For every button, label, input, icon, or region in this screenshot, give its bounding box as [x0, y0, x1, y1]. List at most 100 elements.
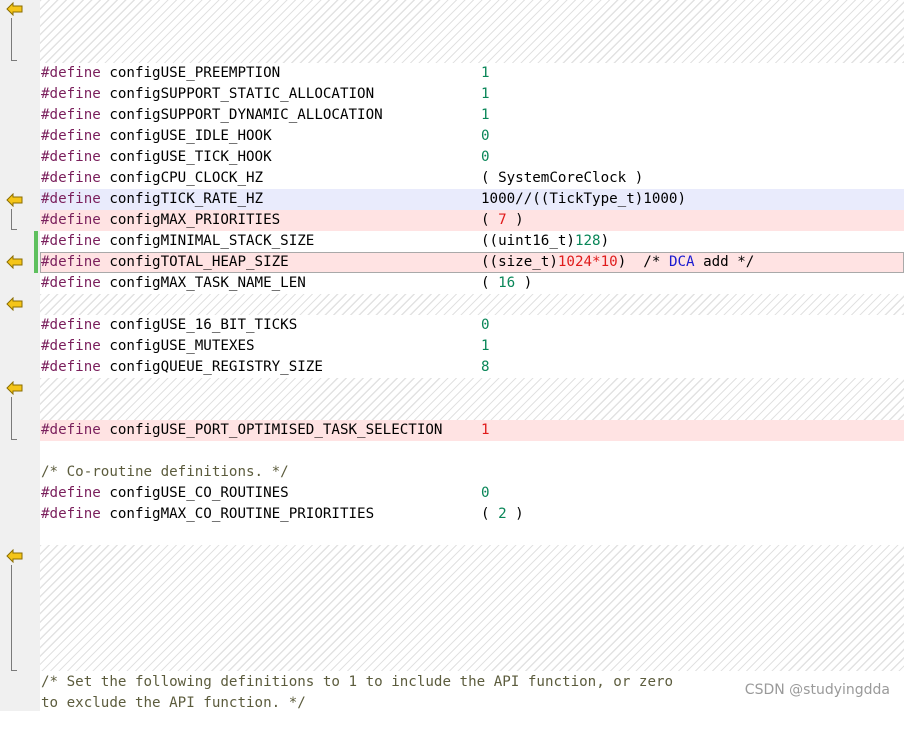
number: 2: [498, 506, 507, 522]
diff-left-arrow-icon[interactable]: [6, 193, 24, 207]
code-line[interactable]: #define configQUEUE_REGISTRY_SIZE 8: [40, 357, 904, 378]
code-line-current[interactable]: #define configTOTAL_HEAP_SIZE ((size_t)1…: [40, 252, 904, 273]
code-line[interactable]: #define configMINIMAL_STACK_SIZE ((uint1…: [40, 231, 904, 252]
macro-name: configUSE_TICK_HOOK: [100, 149, 272, 165]
macro-name: configUSE_IDLE_HOOK: [100, 128, 272, 144]
changed-number: 7: [498, 212, 507, 228]
keyword: #define: [41, 506, 101, 522]
macro-value: 0: [481, 149, 490, 165]
watermark: CSDN @studyingdda: [744, 682, 890, 698]
paren-open: (: [481, 506, 499, 522]
macro-name: configUSE_PORT_OPTIMISED_TASK_SELECTION: [100, 422, 443, 438]
macro-name: configMINIMAL_STACK_SIZE: [100, 233, 315, 249]
code-editor[interactable]: #define configUSE_PREEMPTION 1 #define c…: [40, 0, 904, 711]
paren-close: ): [506, 212, 524, 228]
code-line-changed[interactable]: #define configMAX_PRIORITIES ( 7 ): [40, 210, 904, 231]
added-line-marker: [34, 231, 38, 273]
macro-value: 1: [481, 65, 490, 81]
macro-name: configMAX_PRIORITIES: [100, 212, 281, 228]
macro-name: configUSE_PREEMPTION: [100, 65, 281, 81]
keyword: #define: [41, 170, 101, 186]
keyword: #define: [41, 233, 101, 249]
cast-suffix: ): [600, 233, 610, 249]
operator: *: [592, 254, 601, 270]
diff-bracket-icon: [11, 18, 17, 61]
keyword: #define: [41, 149, 101, 165]
keyword: #define: [41, 422, 101, 438]
code-line[interactable]: #define configSUPPORT_STATIC_ALLOCATION …: [40, 84, 904, 105]
cast-prefix: ((size_t): [481, 254, 558, 270]
number: 16: [498, 275, 516, 291]
macro-name: configQUEUE_REGISTRY_SIZE: [100, 359, 323, 375]
macro-name: configUSE_MUTEXES: [100, 338, 255, 354]
code-line[interactable]: #define configUSE_PREEMPTION 1: [40, 63, 904, 84]
macro-value: ((size_t)1024*10) /* DCA add */: [481, 252, 754, 273]
macro-name: configTOTAL_HEAP_SIZE: [100, 254, 289, 270]
comment-word: DCA: [668, 254, 695, 270]
code-line[interactable]: #define configCPU_CLOCK_HZ ( SystemCoreC…: [40, 168, 904, 189]
diff-bracket-icon: [11, 397, 17, 440]
diff-left-arrow-icon[interactable]: [6, 255, 24, 269]
keyword: #define: [41, 485, 101, 501]
diff-gap-region: [40, 545, 904, 671]
comment: /* Co-routine definitions. */: [41, 464, 289, 480]
macro-name: configMAX_TASK_NAME_LEN: [100, 275, 306, 291]
keyword: #define: [41, 128, 101, 144]
code-line[interactable]: #define configMAX_CO_ROUTINE_PRIORITIES …: [40, 504, 904, 525]
macro-value: 1: [481, 86, 490, 102]
keyword: #define: [41, 254, 101, 270]
comment-end: add */: [694, 254, 755, 270]
paren-close: ): [515, 275, 533, 291]
macro-name: configTICK_RATE_HZ: [100, 191, 264, 207]
keyword: #define: [41, 338, 101, 354]
diff-left-arrow-icon[interactable]: [6, 297, 24, 311]
code-line[interactable]: #define configUSE_IDLE_HOOK 0: [40, 126, 904, 147]
diff-left-arrow-icon[interactable]: [6, 549, 24, 563]
macro-value: 0: [481, 317, 490, 333]
macro-name: configCPU_CLOCK_HZ: [100, 170, 264, 186]
keyword: #define: [41, 212, 101, 228]
keyword: #define: [41, 86, 101, 102]
diff-bracket-icon: [11, 565, 17, 671]
macro-value: 0: [481, 485, 490, 501]
number: 128: [574, 233, 601, 249]
comment: /* Set the following definitions to 1 to…: [41, 674, 674, 690]
code-line-moved[interactable]: #define configTICK_RATE_HZ 1000//((TickT…: [40, 189, 904, 210]
code-line[interactable]: #define configUSE_TICK_HOOK 0: [40, 147, 904, 168]
code-line-comment[interactable]: /* Co-routine definitions. */: [40, 462, 904, 483]
code-line[interactable]: #define configUSE_16_BIT_TICKS 0: [40, 315, 904, 336]
diff-left-arrow-icon[interactable]: [6, 2, 24, 16]
diff-left-arrow-icon[interactable]: [6, 381, 24, 395]
macro-value: 1: [481, 107, 490, 123]
macro-name: configUSE_16_BIT_TICKS: [100, 317, 298, 333]
macro-value: ( SystemCoreClock ): [481, 170, 644, 186]
code-line[interactable]: #define configMAX_TASK_NAME_LEN ( 16 ): [40, 273, 904, 294]
macro-value: 8: [481, 359, 490, 375]
keyword: #define: [41, 65, 101, 81]
keyword: #define: [41, 275, 101, 291]
paren-open: (: [481, 275, 499, 291]
code-line[interactable]: #define configSUPPORT_DYNAMIC_ALLOCATION…: [40, 105, 904, 126]
macro-name: configMAX_CO_ROUTINE_PRIORITIES: [100, 506, 375, 522]
macro-value: ( 2 ): [481, 504, 524, 525]
changed-number: 1: [481, 422, 490, 438]
macro-name: configSUPPORT_DYNAMIC_ALLOCATION: [100, 107, 383, 123]
diff-gap-region: [40, 294, 904, 315]
cast-prefix: ((uint16_t): [481, 233, 575, 249]
code-line[interactable]: #define configUSE_CO_ROUTINES 0: [40, 483, 904, 504]
macro-value: ( 16 ): [481, 273, 532, 294]
paren-close: ): [506, 506, 524, 522]
keyword: #define: [41, 359, 101, 375]
code-line[interactable]: #define configUSE_MUTEXES 1: [40, 336, 904, 357]
diff-gap-region: [40, 378, 904, 420]
code-line-changed[interactable]: #define configUSE_PORT_OPTIMISED_TASK_SE…: [40, 420, 904, 441]
diff-gap-region: [40, 0, 904, 63]
macro-name: configUSE_CO_ROUTINES: [100, 485, 289, 501]
diff-bracket-icon: [11, 209, 17, 230]
macro-value: ( 7 ): [481, 210, 524, 231]
diff-gutter: [0, 0, 40, 711]
keyword: #define: [41, 191, 101, 207]
macro-name: configSUPPORT_STATIC_ALLOCATION: [100, 86, 375, 102]
macro-value: ((uint16_t)128): [481, 231, 609, 252]
comment-start: ) /*: [617, 254, 669, 270]
